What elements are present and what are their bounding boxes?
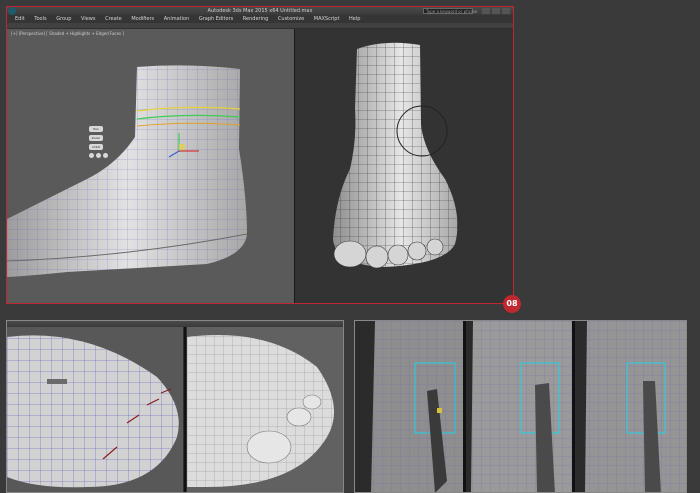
window-title: Autodesk 3ds Max 2015 x64 Untitled.max — [207, 8, 313, 14]
nav-pan-button[interactable]: Pan — [89, 126, 103, 132]
step-badge: 08 — [503, 295, 521, 313]
toes-window — [6, 320, 344, 493]
sequence-views — [355, 321, 686, 492]
viewport-label[interactable]: [+] [Perspective] [ Shaded + Highlights … — [11, 31, 124, 36]
nav-home-icon[interactable] — [89, 153, 94, 158]
menu-item-views[interactable]: Views — [81, 16, 95, 22]
menu-item-graph-editors[interactable]: Graph Editors — [199, 16, 233, 22]
menu-item-tools[interactable]: Tools — [34, 16, 46, 22]
search-input[interactable]: Type a keyword or phrase — [423, 8, 477, 14]
menu-item-help[interactable]: Help — [349, 16, 360, 22]
minimize-button[interactable] — [482, 8, 490, 14]
main-toolbar — [7, 23, 513, 28]
menu-item-maxscript[interactable]: MAXScript — [314, 16, 340, 22]
nav-zoom-button[interactable]: Zoom — [89, 135, 103, 141]
window-controls — [482, 8, 510, 14]
menu-item-create[interactable]: Create — [105, 16, 122, 22]
menu-item-modifiers[interactable]: Modifiers — [131, 16, 154, 22]
menu-item-group[interactable]: Group — [56, 16, 71, 22]
foot-top-mesh — [333, 42, 458, 269]
viewport-side[interactable]: [+] [Perspective] [ Shaded + Highlights … — [7, 29, 294, 303]
toes-views — [7, 327, 343, 492]
main-3dsmax-window: Autodesk 3ds Max 2015 x64 Untitled.max T… — [6, 6, 514, 304]
maximize-button[interactable] — [492, 8, 500, 14]
viewport-top[interactable] — [295, 29, 513, 303]
foot-side-mesh — [7, 65, 248, 278]
viewport-nav-widget: Pan Zoom Orbit — [89, 126, 115, 164]
nav-walk-icon[interactable] — [103, 153, 108, 158]
nav-fov-icon[interactable] — [96, 153, 101, 158]
app-logo-icon[interactable] — [8, 7, 16, 15]
nav-orbit-button[interactable]: Orbit — [89, 144, 103, 150]
sequence-window — [354, 320, 687, 493]
menu-item-customize[interactable]: Customize — [278, 16, 304, 22]
close-button[interactable] — [502, 8, 510, 14]
menu-item-rendering[interactable]: Rendering — [243, 16, 269, 22]
title-bar: Autodesk 3ds Max 2015 x64 Untitled.max T… — [7, 7, 513, 15]
menu-item-edit[interactable]: Edit — [15, 16, 25, 22]
menu-item-animation[interactable]: Animation — [164, 16, 190, 22]
menu-bar: Edit Tools Group Views Create Modifiers … — [7, 15, 513, 23]
